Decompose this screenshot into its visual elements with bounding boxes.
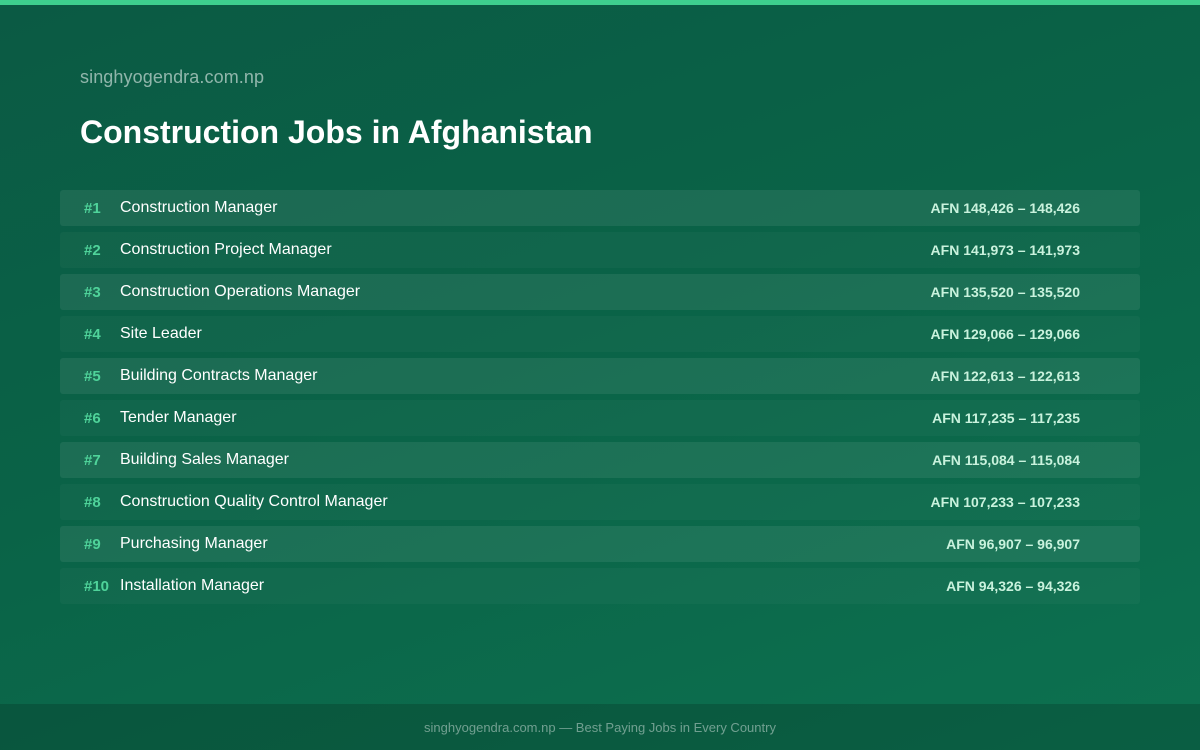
- job-rank: #10: [84, 577, 110, 595]
- job-salary: AFN 135,520 – 135,520: [930, 284, 1080, 300]
- job-title: Construction Project Manager: [120, 241, 332, 258]
- job-rank: #3: [84, 283, 101, 301]
- job-row: #10 Installation Manager AFN 94,326 – 94…: [60, 568, 1140, 604]
- job-salary: AFN 115,084 – 115,084: [932, 452, 1080, 468]
- job-salary: AFN 148,426 – 148,426: [930, 200, 1080, 216]
- job-rank: #2: [84, 241, 101, 259]
- job-row: #1 Construction Manager AFN 148,426 – 14…: [60, 190, 1140, 226]
- job-row: #2 Construction Project Manager AFN 141,…: [60, 232, 1140, 268]
- job-title: Construction Operations Manager: [120, 283, 361, 300]
- job-title: Building Contracts Manager: [120, 367, 318, 384]
- job-title: Site Leader: [120, 325, 202, 342]
- job-row: #7 Building Sales Manager AFN 115,084 – …: [60, 442, 1140, 478]
- job-title: Construction Quality Control Manager: [120, 493, 388, 510]
- footer-text: singhyogendra.com.np — Best Paying Jobs …: [424, 719, 776, 735]
- job-row: #4 Site Leader AFN 129,066 – 129,066: [60, 316, 1140, 352]
- job-title: Construction Manager: [120, 199, 278, 216]
- job-rank: #6: [84, 409, 101, 427]
- job-row: #8 Construction Quality Control Manager …: [60, 484, 1140, 520]
- job-salary: AFN 122,613 – 122,613: [930, 368, 1080, 384]
- job-rank: #7: [84, 451, 101, 469]
- job-rank: #8: [84, 493, 101, 511]
- job-title: Building Sales Manager: [120, 451, 289, 468]
- top-accent-bar: [0, 0, 1200, 5]
- job-rank: #1: [84, 199, 101, 217]
- job-salary: AFN 107,233 – 107,233: [930, 494, 1080, 510]
- job-salary: AFN 129,066 – 129,066: [930, 326, 1080, 342]
- job-title: Purchasing Manager: [120, 535, 268, 552]
- job-salary: AFN 117,235 – 117,235: [932, 410, 1080, 426]
- job-title: Tender Manager: [120, 409, 237, 426]
- job-salary: AFN 141,973 – 141,973: [930, 242, 1080, 258]
- job-row: #3 Construction Operations Manager AFN 1…: [60, 274, 1140, 310]
- footer: singhyogendra.com.np — Best Paying Jobs …: [0, 704, 1200, 750]
- job-rank: #9: [84, 535, 101, 553]
- job-list: #1 Construction Manager AFN 148,426 – 14…: [60, 190, 1140, 610]
- job-rank: #4: [84, 325, 101, 343]
- job-salary: AFN 94,326 – 94,326: [946, 578, 1080, 594]
- job-title: Installation Manager: [120, 577, 265, 594]
- site-name: singhyogendra.com.np: [80, 67, 265, 87]
- job-row: #5 Building Contracts Manager AFN 122,61…: [60, 358, 1140, 394]
- page-title: Construction Jobs in Afghanistan: [80, 114, 593, 150]
- job-row: #9 Purchasing Manager AFN 96,907 – 96,90…: [60, 526, 1140, 562]
- job-rank: #5: [84, 367, 101, 385]
- job-row: #6 Tender Manager AFN 117,235 – 117,235: [60, 400, 1140, 436]
- job-salary: AFN 96,907 – 96,907: [946, 536, 1080, 552]
